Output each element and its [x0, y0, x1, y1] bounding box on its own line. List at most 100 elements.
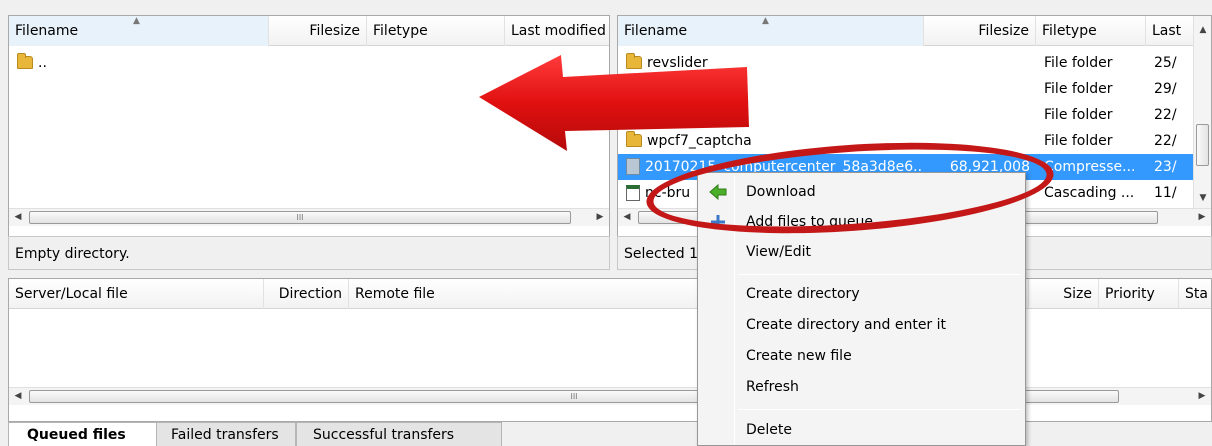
folder-icon [626, 53, 642, 69]
sort-ascending-icon: ▲ [762, 16, 769, 26]
local-row-name: .. [13, 50, 263, 76]
menu-item-create-new-file[interactable]: Create new file [700, 341, 1023, 371]
queue-col-status[interactable]: Sta [1179, 279, 1211, 309]
remote-col-filename-label: Filename [624, 23, 688, 39]
remote-column-header: ▲ Filename Filesize Filetype Last [618, 16, 1211, 46]
transfer-queue[interactable]: Server/Local file Direction Remote file … [8, 278, 1212, 422]
list-item[interactable]: .. [9, 50, 609, 76]
local-col-filetype[interactable]: Filetype [367, 16, 505, 46]
queue-col-priority[interactable]: Priority [1099, 279, 1179, 309]
menu-item-download[interactable]: Download [700, 177, 1023, 207]
queue-col-label: Server/Local file [15, 286, 128, 302]
table-row[interactable]: wpcf7_captcha File folder 22/ [618, 128, 1211, 154]
scroll-down-icon[interactable]: ▼ [1194, 190, 1211, 207]
scrollbar-thumb[interactable] [1196, 124, 1209, 166]
tab-queued-files[interactable]: Queued files [8, 422, 158, 446]
remote-vertical-scrollbar[interactable]: ▲ ▼ [1193, 16, 1211, 208]
remote-row-filename: revslider [647, 55, 708, 71]
scroll-left-icon[interactable]: ◀ [9, 209, 27, 226]
local-col-filesize[interactable]: Filesize [269, 16, 367, 46]
local-col-filetype-label: Filetype [373, 23, 428, 39]
remote-row-type: File folder [1044, 81, 1113, 97]
scrollbar-thumb[interactable]: III [29, 211, 571, 224]
menu-item-create-directory-and-enter[interactable]: Create directory and enter it [700, 310, 1023, 340]
menu-item-create-directory[interactable]: Create directory [700, 279, 1023, 309]
menu-item-add-files-to-queue[interactable]: Add files to queue [700, 207, 1023, 237]
queue-column-header: Server/Local file Direction Remote file … [9, 279, 1211, 309]
local-col-filename[interactable]: ▲ Filename [9, 16, 269, 46]
scrollbar-grip: III [570, 392, 578, 401]
local-status-text: Empty directory. [15, 246, 130, 262]
remote-row-type: Compresse... [1044, 159, 1136, 175]
remote-col-last-modified[interactable]: Last [1146, 16, 1196, 46]
menu-item-label: Add files to queue [746, 214, 873, 230]
menu-item-delete[interactable]: Delete [700, 415, 1023, 445]
menu-item-label: View/Edit [746, 244, 812, 260]
scroll-right-icon[interactable]: ▶ [1193, 209, 1211, 226]
tab-failed-transfers[interactable]: Failed transfers [156, 422, 296, 446]
queue-horizontal-scrollbar[interactable]: ◀ III ▶ [9, 387, 1211, 405]
scroll-left-icon[interactable]: ◀ [618, 209, 636, 226]
menu-item-label: Create new file [746, 348, 852, 364]
queue-col-label: Sta [1185, 286, 1208, 302]
queue-col-size[interactable]: Size [1029, 279, 1099, 309]
remote-row-modified: 22/ [1154, 133, 1177, 149]
menu-separator [738, 274, 1021, 275]
local-col-last-modified[interactable]: Last modified [505, 16, 609, 46]
remote-row-type: File folder [1044, 133, 1113, 149]
scroll-up-icon[interactable]: ▲ [1194, 22, 1211, 39]
remote-col-filesize-label: Filesize [978, 23, 1029, 39]
remote-col-filetype[interactable]: Filetype [1036, 16, 1146, 46]
local-row-filename: .. [38, 55, 47, 71]
queue-col-direction[interactable]: Direction [264, 279, 349, 309]
tab-successful-transfers[interactable]: Successful transfers [296, 422, 502, 446]
menu-item-view-edit[interactable]: View/Edit [700, 237, 1023, 267]
local-col-last-modified-label: Last modified [511, 23, 606, 39]
download-arrow-icon [709, 184, 727, 200]
remote-row-name: revslider [622, 50, 922, 76]
remote-row-type: File folder [1044, 107, 1113, 123]
tab-label: Successful transfers [313, 427, 455, 443]
remote-row-type: File folder [1044, 55, 1113, 71]
local-horizontal-scrollbar[interactable]: ◀ III ▶ [9, 208, 609, 226]
remote-col-filesize[interactable]: Filesize [924, 16, 1036, 46]
tab-label: Failed transfers [171, 427, 279, 443]
folder-icon [626, 131, 642, 147]
remote-col-filename[interactable]: ▲ Filename [618, 16, 924, 46]
queue-col-label: Size [1063, 286, 1092, 302]
queue-col-label: Remote file [355, 286, 435, 302]
tab-label: Queued files [27, 427, 126, 443]
context-menu: Download Add files to queue View/Edit Cr… [697, 172, 1026, 446]
remote-row-size [924, 50, 1034, 76]
local-col-filename-label: Filename [15, 23, 79, 39]
queue-col-label: Priority [1105, 286, 1155, 302]
remote-row-modified: 25/ [1154, 55, 1177, 71]
remote-row-name: wpcf7_captcha [622, 128, 922, 154]
remote-row-name [622, 76, 922, 102]
remote-row-modified: 22/ [1154, 107, 1177, 123]
local-status-bar: Empty directory. [8, 236, 610, 270]
queue-col-label: Direction [278, 286, 342, 302]
scroll-right-icon[interactable]: ▶ [1193, 388, 1211, 405]
queue-col-server-local-file[interactable]: Server/Local file [9, 279, 264, 309]
table-row[interactable]: File folder 22/ [618, 102, 1211, 128]
table-row[interactable]: File folder 29/ [618, 76, 1211, 102]
menu-item-label: Delete [746, 422, 792, 438]
menu-item-refresh[interactable]: Refresh [700, 372, 1023, 402]
scrollbar-grip: III [296, 213, 304, 222]
folder-icon [17, 53, 33, 69]
scroll-left-icon[interactable]: ◀ [9, 388, 27, 405]
local-column-header: ▲ Filename Filesize Filetype Last modifi… [9, 16, 609, 46]
remote-row-size [924, 76, 1034, 102]
scroll-right-icon[interactable]: ▶ [591, 209, 609, 226]
css-file-icon [626, 185, 640, 201]
remote-row-type: Cascading ... [1044, 185, 1135, 201]
local-file-list[interactable]: ▲ Filename Filesize Filetype Last modifi… [8, 15, 610, 237]
table-row[interactable]: revslider File folder 25/ [618, 50, 1211, 76]
remote-col-last-modified-label: Last [1152, 23, 1182, 39]
zip-file-icon [626, 158, 640, 175]
remote-row-modified: 11/ [1154, 185, 1177, 201]
remote-row-size [924, 128, 1034, 154]
menu-separator [738, 409, 1021, 410]
menu-item-label: Refresh [746, 379, 799, 395]
